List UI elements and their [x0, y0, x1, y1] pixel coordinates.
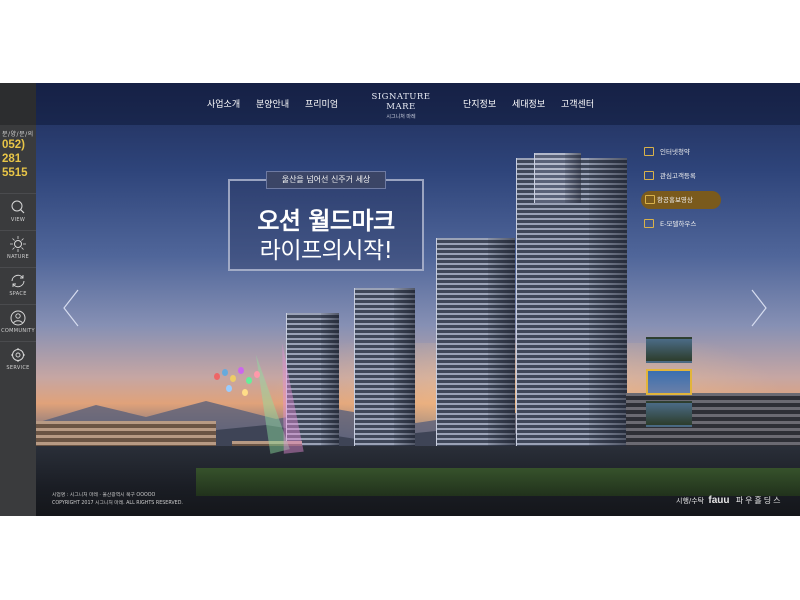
sidebar-item-space[interactable]: SPACE — [0, 267, 36, 304]
chevron-left-icon — [63, 289, 79, 327]
sales-inquiry[interactable]: 분/양/문/의 052) 281 5515 — [0, 129, 36, 180]
footer-address: 시업명 : 시그니처 마레 · 울산광역시 북구 OOOOO — [52, 493, 156, 498]
magnifier-icon — [11, 200, 25, 214]
tower-2 — [354, 288, 415, 453]
quick-menu: 인터넷청약 관심고객등록 항공홍보영상 E-모델하우스 — [641, 143, 754, 239]
sidebar-menu: VIEW NATURE SPACE COMMUNITY SERVICE — [0, 193, 36, 378]
nav-item-sales-info[interactable]: 분양안내 — [256, 97, 289, 110]
footer-copyright: COPYRIGHT 2017 시그니처 마레. ALL RIGHTS RESER… — [52, 501, 183, 506]
slide-thumbnails — [646, 337, 692, 433]
quick-menu-label: 항공홍보영상 — [657, 196, 693, 204]
hero-visual: 오션 월드마크 라이프의시작! 울산을 넘어선 신주거 세상 인터넷청약 관심고… — [36, 83, 800, 516]
top-navigation: 사업소개 분양안내 프리미엄 SIGNATURE MARE 시그니처 마레 단지… — [36, 83, 800, 125]
builder-logo: fauu — [708, 495, 730, 506]
prev-slide-arrow[interactable] — [62, 288, 80, 328]
tagline: 울산을 넘어선 신주거 세상 — [266, 171, 386, 189]
footer-builder: 시행/수탁 fauu 파우홀딩스 — [676, 495, 783, 506]
builder-label: 시행/수탁 — [676, 497, 705, 505]
tower-4-crown — [534, 153, 581, 203]
headline-line2: 라이프의시작! — [259, 238, 393, 264]
phone-prefix: 281 — [2, 153, 22, 165]
quick-menu-internet-subscription[interactable]: 인터넷청약 — [644, 143, 754, 161]
document-icon — [644, 171, 654, 180]
logo-subtext: 시그니처 마레 — [386, 114, 416, 120]
sidebar-item-community[interactable]: COMMUNITY — [0, 304, 36, 341]
nav-item-complex-info[interactable]: 단지정보 — [463, 97, 496, 110]
monitor-icon — [644, 147, 654, 156]
slide-thumbnail-1[interactable] — [646, 337, 692, 363]
gear-icon — [11, 348, 25, 362]
sidebar-item-service[interactable]: SERVICE — [0, 341, 36, 378]
quick-menu-label: 관심고객등록 — [660, 172, 696, 180]
chevron-right-icon — [751, 289, 767, 327]
nav-item-unit-info[interactable]: 세대정보 — [512, 97, 545, 110]
footer-info: 시업명 : 시그니처 마레 · 울산광역시 북구 OOOOO COPYRIGHT… — [52, 492, 183, 508]
quick-menu-label: E-모델하우스 — [660, 220, 697, 228]
sidebar-item-label: SPACE — [9, 291, 27, 297]
quick-menu-e-model-house[interactable]: E-모델하우스 — [644, 215, 754, 233]
slide-thumbnail-2[interactable] — [646, 369, 692, 395]
play-icon — [645, 195, 655, 204]
nav-item-premium[interactable]: 프리미엄 — [305, 97, 338, 110]
balloon-cluster — [214, 367, 264, 407]
headline-box: 오션 월드마크 라이프의시작! — [228, 179, 424, 271]
tower-4 — [516, 158, 627, 458]
next-slide-arrow[interactable] — [750, 288, 768, 328]
sidebar-item-view[interactable]: VIEW — [0, 193, 36, 230]
sidebar-top-block — [0, 83, 36, 125]
sales-inquiry-label: 분/양/문/의 — [2, 131, 34, 138]
sidebar-item-nature[interactable]: NATURE — [0, 230, 36, 267]
tower-3 — [436, 238, 515, 453]
logo-text: SIGNATURE MARE — [371, 92, 431, 112]
sidebar-item-label: COMMUNITY — [1, 328, 35, 334]
lawn — [196, 468, 800, 496]
sun-icon — [10, 236, 26, 252]
quick-menu-customer-register[interactable]: 관심고객등록 — [644, 167, 754, 185]
quick-menu-aerial-video[interactable]: 항공홍보영상 — [641, 191, 721, 209]
sidebar-item-label: VIEW — [10, 217, 26, 223]
left-sidebar: 분/양/문/의 052) 281 5515 VIEW NATURE SPACE … — [0, 83, 36, 516]
phone-suffix: 5515 — [2, 167, 28, 179]
builder-name: 파우홀딩스 — [735, 496, 783, 505]
site-frame: 오션 월드마크 라이프의시작! 울산을 넘어선 신주거 세상 인터넷청약 관심고… — [0, 83, 800, 516]
nav-item-business[interactable]: 사업소개 — [207, 97, 240, 110]
nav-item-customer-center[interactable]: 고객센터 — [561, 97, 594, 110]
refresh-icon — [11, 274, 25, 288]
sidebar-item-label: NATURE — [7, 254, 29, 260]
person-icon — [10, 310, 26, 326]
phone-area-code: 052) — [2, 139, 26, 151]
slide-thumbnail-3[interactable] — [646, 401, 692, 427]
sidebar-item-label: SERVICE — [6, 365, 30, 371]
screen-icon — [644, 219, 654, 228]
quick-menu-label: 인터넷청약 — [660, 148, 690, 156]
site-logo[interactable]: SIGNATURE MARE 시그니처 마레 — [363, 92, 439, 120]
